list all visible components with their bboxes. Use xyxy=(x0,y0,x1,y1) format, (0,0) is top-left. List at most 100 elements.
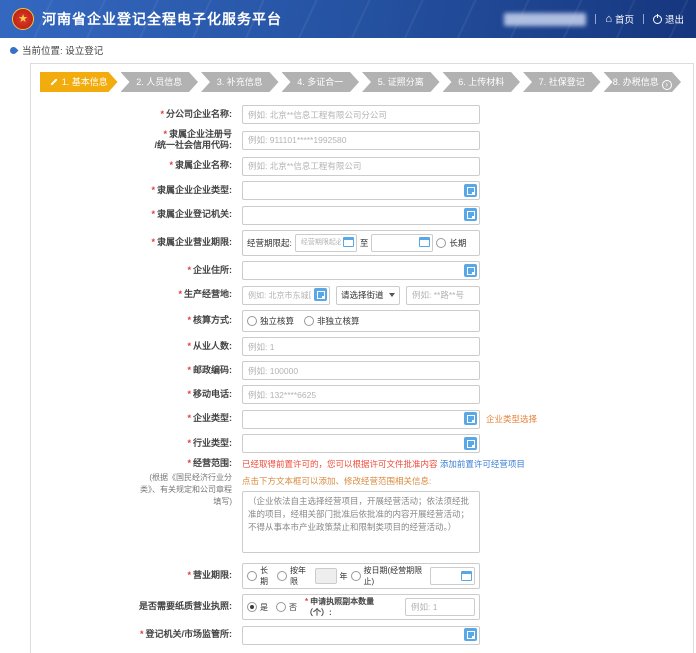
industry-type-label: *行业类型: xyxy=(38,438,238,449)
paper-license-group: 是 否 *申请执照副本数量（个）: xyxy=(242,594,480,620)
reg-org-input[interactable] xyxy=(242,626,480,645)
paper-yes-radio[interactable]: 是 xyxy=(247,602,268,613)
parent-term-label: *隶属企业营业期限: xyxy=(38,237,238,248)
company-type-input[interactable] xyxy=(242,410,480,429)
step-tab-basic-info[interactable]: 1. 基本信息 xyxy=(40,72,118,92)
business-scope-note: (根据《国民经济行业分类》、有关规定和公司章程填写) xyxy=(136,472,232,508)
company-type-select-link[interactable]: 企业类型选择 xyxy=(486,413,537,425)
accounting-label: *核算方式: xyxy=(38,315,238,326)
business-scope-textarea[interactable]: （企业依法自主选择经营项目，开展经营活动；依法须经批准的项目，经相关部门批准后依… xyxy=(242,491,480,553)
accounting-non-independent-radio[interactable]: 非独立核算 xyxy=(304,315,360,327)
accounting-independent-radio[interactable]: 独立核算 xyxy=(247,315,294,327)
operation-place-label: *生产经营地: xyxy=(38,289,238,300)
parent-term-group: 经营期限起: 至 长期 xyxy=(242,230,480,256)
step-tab-upload-materials[interactable]: 6. 上传材料 xyxy=(443,72,521,92)
employees-input[interactable] xyxy=(242,337,480,356)
username-redacted xyxy=(504,13,586,26)
postcode-input[interactable] xyxy=(242,361,480,380)
reg-org-label: *登记机关/市场监管所: xyxy=(38,629,238,640)
location-pin-icon xyxy=(9,45,19,55)
select-dialog-icon[interactable] xyxy=(314,288,327,301)
parent-credit-code-input[interactable] xyxy=(242,131,480,150)
street-select[interactable]: 请选择街道 xyxy=(336,286,400,305)
select-dialog-icon[interactable] xyxy=(464,264,477,277)
paper-license-label: 是否需要纸质营业执照: xyxy=(38,601,238,612)
radio-icon xyxy=(276,602,286,612)
logout-link-label: 退出 xyxy=(665,12,684,26)
radio-icon xyxy=(277,571,287,581)
parent-type-input[interactable] xyxy=(242,181,480,200)
select-dialog-icon[interactable] xyxy=(464,628,477,641)
term-long-radio[interactable]: 长期 xyxy=(436,237,466,249)
step-tab-supplement-info[interactable]: 3. 补充信息 xyxy=(201,72,279,92)
power-icon xyxy=(653,15,662,24)
radio-icon xyxy=(304,316,314,326)
address-label: *企业住所: xyxy=(38,265,238,276)
logout-link[interactable]: 退出 xyxy=(653,12,684,26)
step-tabs: 1. 基本信息 2. 人员信息 3. 补充信息 4. 多证合一 5. 证照分离 … xyxy=(40,72,684,92)
radio-icon xyxy=(351,571,361,581)
business-term-group: 长期 按年限 年 按日期(经营期限止) xyxy=(242,563,480,589)
copies-input[interactable] xyxy=(405,598,475,616)
term-years-input[interactable] xyxy=(315,568,337,584)
company-type-label: *企业类型: xyxy=(38,413,238,424)
employees-label: *从业人数: xyxy=(38,341,238,352)
step-tab-social-security[interactable]: 7. 社保登记 xyxy=(523,72,601,92)
add-pre-license-link[interactable]: 添加前置许可经营项目 xyxy=(440,459,525,469)
year-unit-label: 年 xyxy=(340,571,348,582)
term-start-label: 经营期限起: xyxy=(247,237,292,249)
term-by-date-radio[interactable]: 按日期(经营期限止) xyxy=(351,565,428,587)
postcode-label: *邮政编码: xyxy=(38,365,238,376)
step-tab-multi-cert[interactable]: 4. 多证合一 xyxy=(282,72,360,92)
parent-type-label: *隶属企业企业类型: xyxy=(38,185,238,196)
next-circle-icon xyxy=(662,80,672,90)
select-dialog-icon[interactable] xyxy=(464,437,477,450)
app-header: 河南省企业登记全程电子化服务平台 ⌂ 首页 退出 xyxy=(0,0,696,38)
copies-label: *申请执照副本数量（个）: xyxy=(305,596,397,618)
step-tab-personnel-info[interactable]: 2. 人员信息 xyxy=(121,72,199,92)
parent-reg-org-label: *隶属企业登记机关: xyxy=(38,209,238,220)
term-by-years-radio[interactable]: 按年限 xyxy=(277,565,311,587)
parent-name-input[interactable] xyxy=(242,157,480,176)
accounting-group: 独立核算 非独立核算 xyxy=(242,310,480,332)
branch-name-label: *分公司企业名称: xyxy=(38,109,238,120)
select-dialog-icon[interactable] xyxy=(464,184,477,197)
paper-no-radio[interactable]: 否 xyxy=(276,602,297,613)
select-dialog-icon[interactable] xyxy=(464,208,477,221)
scope-hint: 点击下方文本框可以添加、修改经营范围相关信息: xyxy=(242,475,525,487)
parent-reg-org-input[interactable] xyxy=(242,206,480,225)
mobile-label: *移动电话: xyxy=(38,389,238,400)
home-link[interactable]: ⌂ 首页 xyxy=(605,12,634,26)
app-title: 河南省企业登记全程电子化服务平台 xyxy=(42,9,282,29)
term-to-label: 至 xyxy=(360,237,369,249)
calendar-icon[interactable] xyxy=(343,237,354,247)
home-link-label: 首页 xyxy=(615,12,634,26)
radio-icon xyxy=(247,571,257,581)
divider xyxy=(595,14,596,24)
calendar-icon[interactable] xyxy=(461,571,472,581)
radio-icon xyxy=(247,316,257,326)
calendar-icon[interactable] xyxy=(419,237,430,247)
form-container: 1. 基本信息 2. 人员信息 3. 补充信息 4. 多证合一 5. 证照分离 … xyxy=(30,63,694,653)
divider xyxy=(643,14,644,24)
breadcrumb-prefix: 当前位置: xyxy=(22,43,63,57)
home-icon: ⌂ xyxy=(605,14,612,25)
step-tab-cert-separation[interactable]: 5. 证照分离 xyxy=(362,72,440,92)
operation-detail-input[interactable] xyxy=(406,286,480,305)
branch-name-input[interactable] xyxy=(242,105,480,124)
mobile-input[interactable] xyxy=(242,385,480,404)
parent-credit-code-label: *隶属企业注册号 /统一社会信用代码: xyxy=(38,129,238,152)
industry-type-input[interactable] xyxy=(242,434,480,453)
national-emblem-icon xyxy=(12,8,34,30)
radio-checked-icon xyxy=(247,602,257,612)
business-term-label: *营业期限: xyxy=(38,570,238,581)
address-input[interactable] xyxy=(242,261,480,280)
breadcrumb-current: 设立登记 xyxy=(65,43,103,57)
select-dialog-icon[interactable] xyxy=(464,412,477,425)
dropdown-arrow-icon xyxy=(389,293,395,297)
breadcrumb: 当前位置: 设立登记 xyxy=(0,38,696,61)
term-long-option-radio[interactable]: 长期 xyxy=(247,565,274,587)
parent-name-label: *隶属企业名称: xyxy=(38,160,238,171)
step-tab-tax-info[interactable]: 8. 办税信息 xyxy=(604,72,682,92)
scope-notice: 已经取得前置许可的，您可以根据许可文件批准内容 添加前置许可经营项目 xyxy=(242,458,525,470)
